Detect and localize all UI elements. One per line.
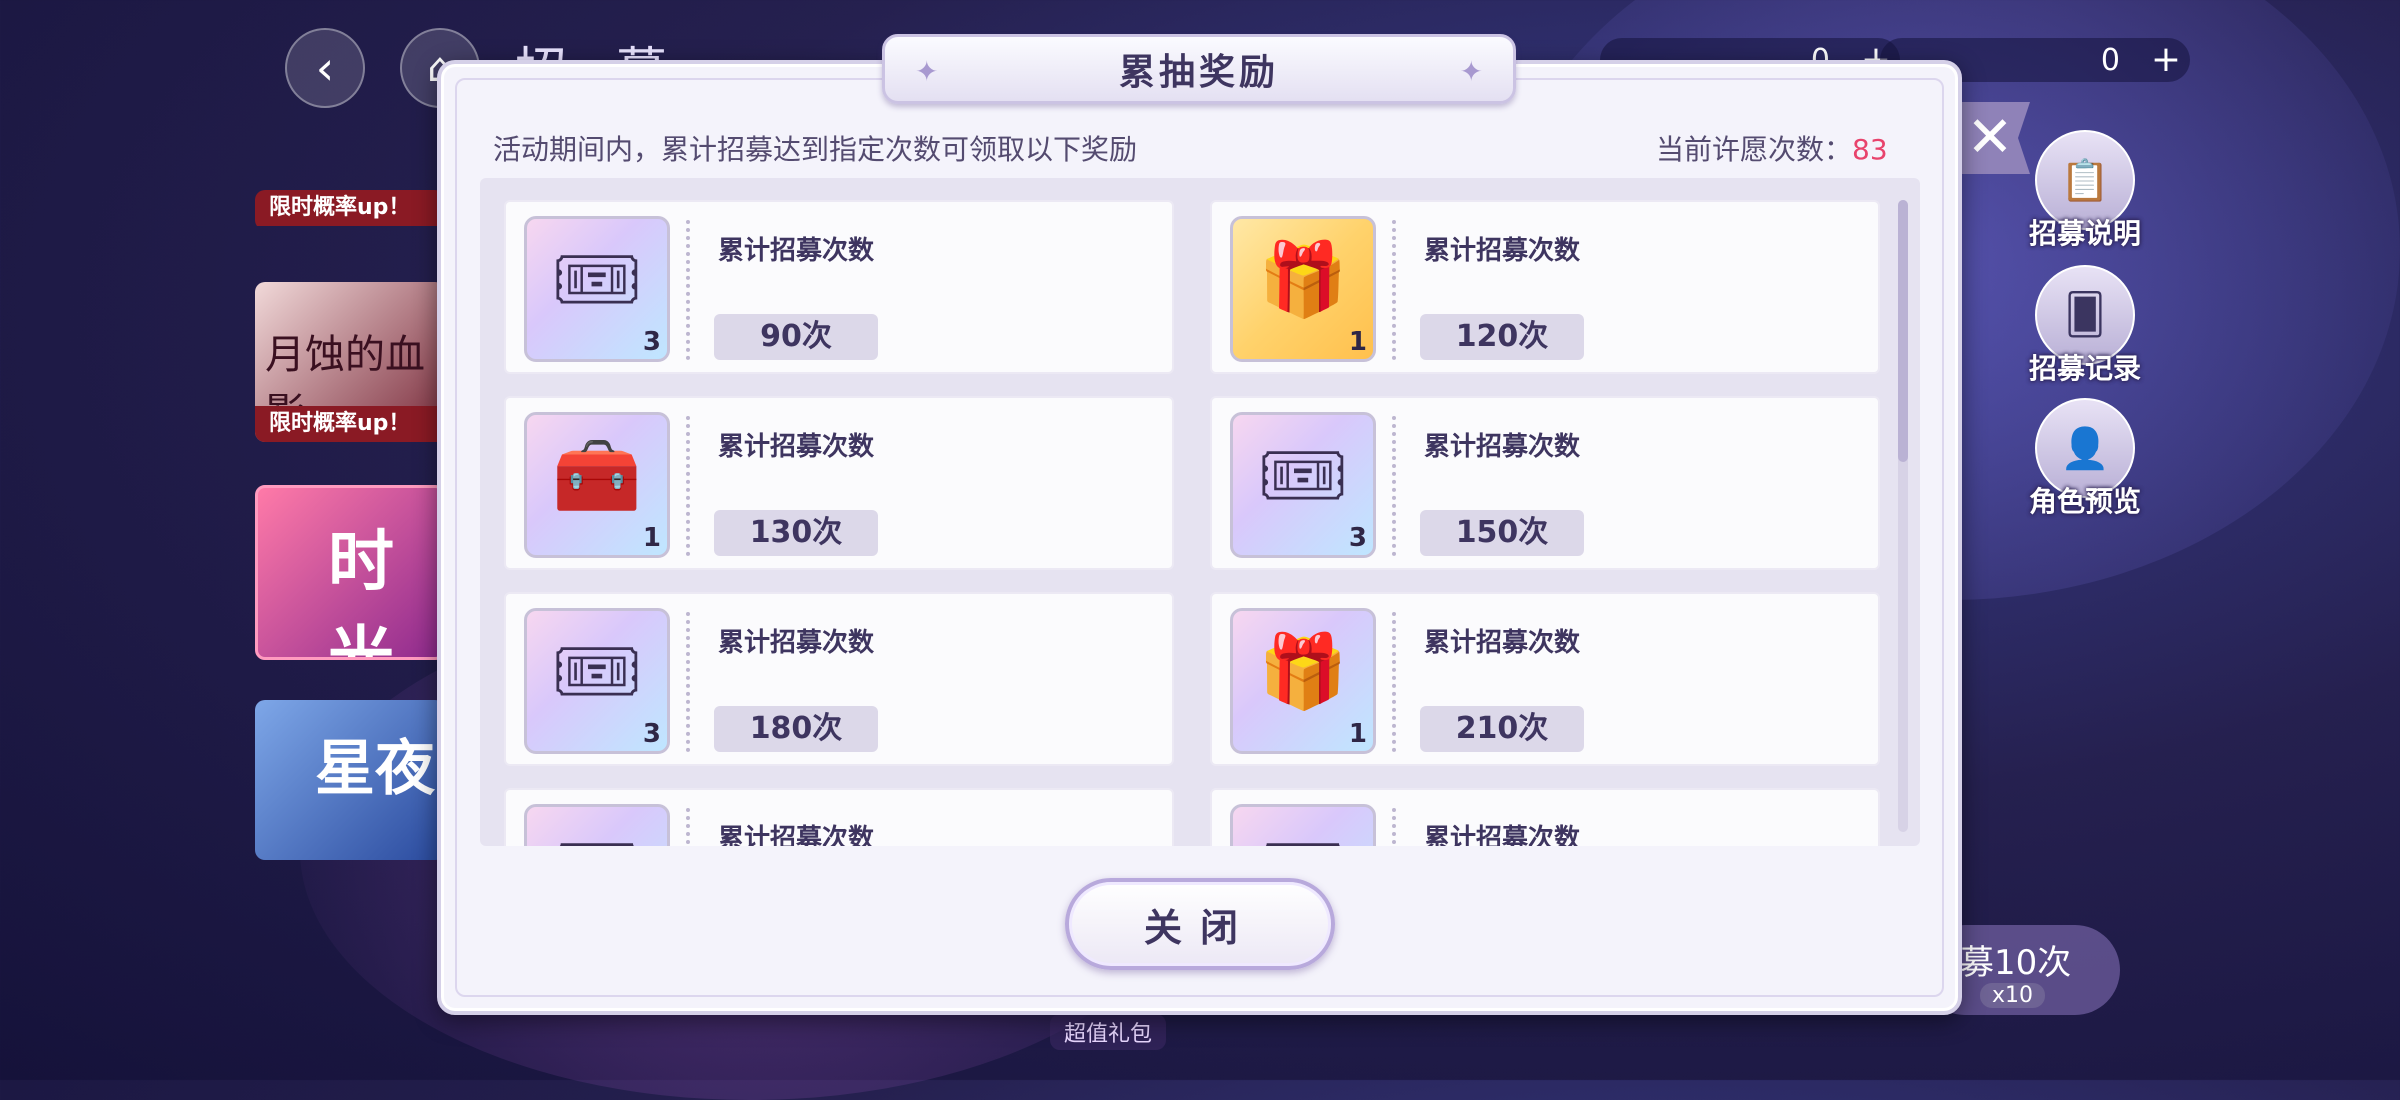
wish-count-label: 当前许愿次数： [1656,133,1853,166]
banner-3[interactable]: 时光 [255,485,445,660]
ur-gift-box-icon: 🎁 [1258,629,1348,713]
reward-card[interactable]: 🎟 3 累计招募次数 90次 [504,200,1174,374]
reward-requirement: 130次 [714,510,878,556]
reward-item-slot[interactable]: 🎟 [1230,804,1376,846]
divider [1392,612,1396,752]
wish-count: 当前许愿次数：83 [1656,128,1888,168]
reward-list-scrollbar[interactable] [1898,200,1908,832]
reward-quantity: 3 [1348,523,1367,553]
reward-label: 累计招募次数 [1424,824,1581,846]
reward-requirement: 150次 [1420,510,1584,556]
sparkle-icon: ✦ [1459,55,1483,88]
ticket-icon: 🎟 [551,629,643,713]
reward-card[interactable]: 🎁 1 累计招募次数 210次 [1210,592,1880,766]
recruit-history-button[interactable]: 🂠 招募记录 [2029,265,2141,387]
reward-quantity: 3 [642,719,661,749]
reward-list[interactable]: 🎟 3 累计招募次数 90次 🎁 1 累计招募次数 120次 🧰 1 累计招募次数 130次 🎟 3 累计招… [480,178,1920,846]
divider [1392,808,1396,846]
reward-item-slot[interactable]: 🎟 [524,804,670,846]
banner-tag: 限时概率up！ [255,190,445,226]
banner-title-art: 时光 [328,523,394,660]
divider [1392,416,1396,556]
divider [1392,220,1396,360]
reward-item-slot[interactable]: 🎟 3 [1230,412,1376,558]
reward-card[interactable]: 🧰 1 累计招募次数 130次 [504,396,1174,570]
reward-card[interactable]: 🎟 累计招募次数 [1210,788,1880,846]
recruit-info-label: 招募说明 [2028,217,2141,250]
reward-label: 累计招募次数 [718,432,875,462]
ticket-icon: 🎟 [1257,433,1349,517]
reward-item-slot[interactable]: 🎟 3 [524,216,670,362]
scrollbar-thumb[interactable] [1898,200,1908,462]
close-icon[interactable]: ✕ [1950,102,2030,174]
divider [686,220,690,360]
chevron-left-icon: ‹ [315,41,335,95]
sparkle-icon: ✦ [915,55,939,88]
gift-pack-tag[interactable]: 超值礼包 [1050,1014,1167,1050]
reward-requirement: 90次 [714,314,878,360]
reward-label: 累计招募次数 [718,628,875,658]
reward-quantity: 1 [1348,327,1367,357]
recruit-10-cost: x10 [1980,983,2046,1008]
reward-label: 累计招募次数 [718,824,875,846]
banner-4[interactable]: 星夜 [255,700,445,860]
close-button[interactable]: 关闭 [1065,878,1335,970]
reward-item-slot[interactable]: 🧰 1 [524,412,670,558]
divider [686,808,690,846]
reward-card[interactable]: 🎁 1 累计招募次数 120次 [1210,200,1880,374]
reward-item-slot[interactable]: 🎁 1 [1230,216,1376,362]
reward-quantity: 1 [1348,719,1367,749]
wish-count-value: 83 [1852,133,1888,166]
reward-label: 累计招募次数 [1424,236,1581,266]
ticket-currency-value: 0 [2100,42,2120,78]
modal-title: 累抽奖励 [1118,52,1279,93]
banner-1[interactable]: 限时概率up！ [255,190,445,230]
recruit-10-label: 募10次 [1960,943,2072,983]
divider [686,612,690,752]
modal-description: 活动期间内，累计招募达到指定次数可领取以下奖励 [493,133,1138,166]
ticket-icon: 🎟 [1233,825,1373,846]
reward-requirement: 120次 [1420,314,1584,360]
reward-item-slot[interactable]: 🎟 3 [524,608,670,754]
ticket-icon: 🎟 [551,237,643,321]
reward-item-slot[interactable]: 🎁 1 [1230,608,1376,754]
recruit-history-label: 招募记录 [2028,352,2141,385]
character-preview-button[interactable]: 👤 角色预览 [2029,398,2141,520]
reward-requirement: 210次 [1420,706,1584,752]
reward-requirement: 180次 [714,706,878,752]
reward-label: 累计招募次数 [718,236,875,266]
treasure-chest-icon: 🧰 [552,433,642,517]
reward-quantity: 1 [642,523,661,553]
reward-label: 累计招募次数 [1424,628,1581,658]
modal-header: ✦ 累抽奖励 ✦ [882,34,1516,104]
divider [686,416,690,556]
reward-card[interactable]: 🎟 3 累计招募次数 180次 [504,592,1174,766]
reward-card[interactable]: 🎟 累计招募次数 [504,788,1174,846]
reward-card[interactable]: 🎟 3 累计招募次数 150次 [1210,396,1880,570]
banner-title-art: 星夜 [315,734,435,804]
banner-2[interactable]: 月蚀的血影 限时概率up！ [255,282,445,442]
banner-tag: 限时概率up！ [255,406,445,442]
add-ticket-button[interactable]: + [2148,42,2184,78]
recruit-info-button[interactable]: 📋 招募说明 [2029,130,2141,252]
reward-quantity: 3 [642,327,661,357]
reward-label: 累计招募次数 [1424,432,1581,462]
character-preview-label: 角色预览 [2028,485,2141,518]
ssr-gift-box-icon: 🎁 [1258,237,1348,321]
ticket-icon: 🎟 [527,825,667,846]
back-button[interactable]: ‹ [285,28,365,108]
